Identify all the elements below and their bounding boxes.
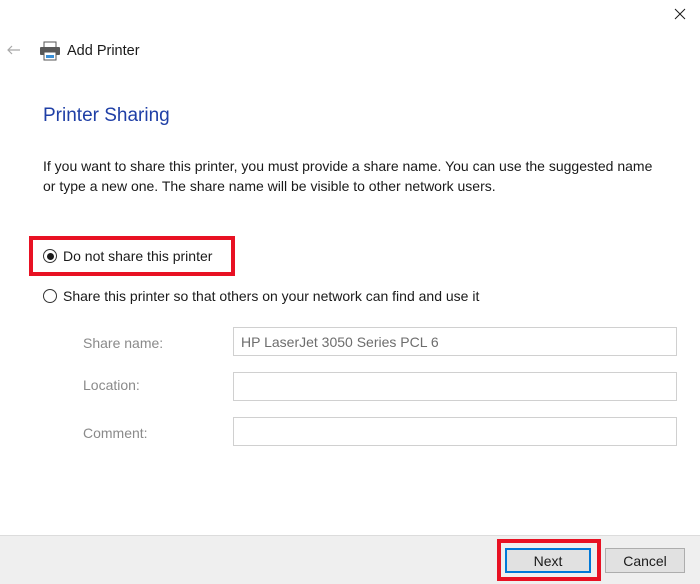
close-icon [674,8,686,20]
location-field[interactable] [233,372,677,401]
close-button[interactable] [668,2,692,26]
share-name-field[interactable] [233,327,677,356]
cancel-button[interactable]: Cancel [605,548,685,573]
back-button[interactable] [4,40,24,60]
window-title: Add Printer [67,43,140,59]
page-heading: Printer Sharing [43,105,170,126]
radio-button-checked[interactable] [43,249,57,263]
radio-share-printer[interactable]: Share this printer so that others on you… [43,288,479,304]
radio-button-unchecked[interactable] [43,289,57,303]
radio-label: Share this printer so that others on you… [63,288,480,304]
radio-label: Do not share this printer [63,248,213,264]
page-description: If you want to share this printer, you m… [43,158,653,194]
radio-do-not-share[interactable]: Do not share this printer [43,248,212,264]
location-label: Location: [83,377,140,393]
back-arrow-icon [7,45,20,55]
printer-icon [39,41,61,61]
share-name-label: Share name: [83,335,164,351]
comment-label: Comment: [83,425,148,441]
next-button[interactable]: Next [505,548,591,573]
comment-field[interactable] [233,417,677,446]
